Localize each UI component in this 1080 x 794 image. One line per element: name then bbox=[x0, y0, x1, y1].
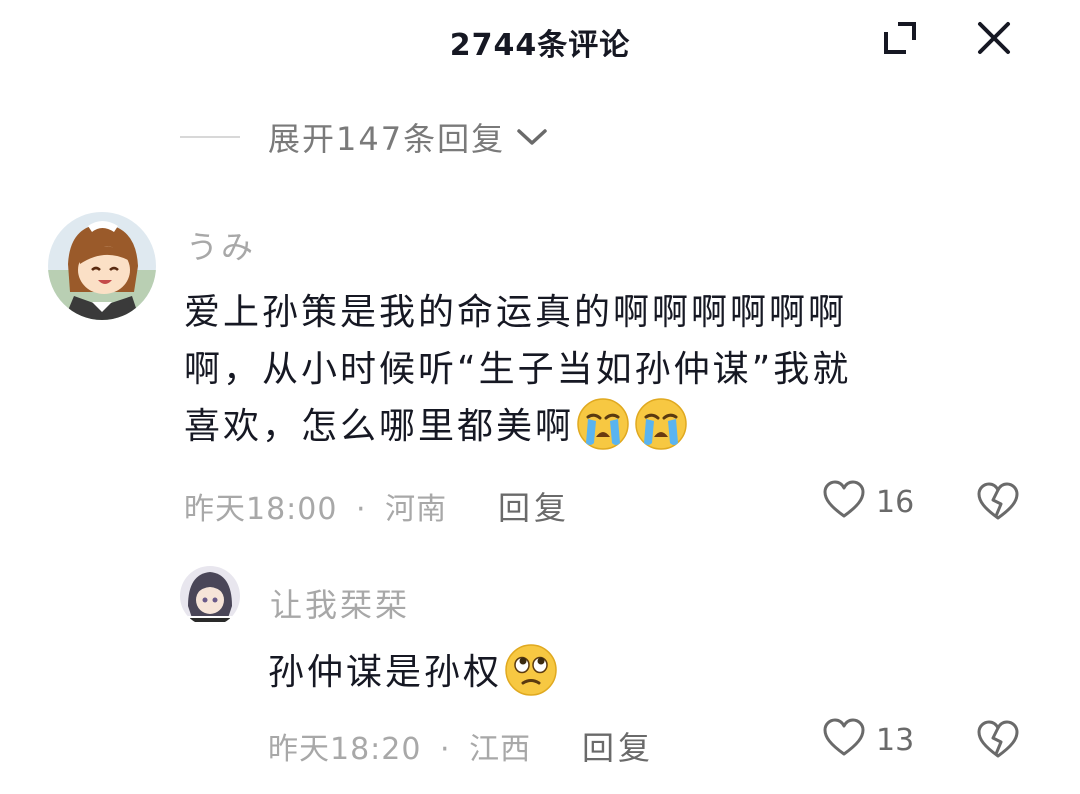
reply-button[interactable]: 回复 bbox=[498, 483, 570, 529]
comment-meta: 昨天18:00 · 河南 bbox=[184, 484, 447, 528]
meta-separator: · bbox=[440, 732, 451, 767]
heart-icon bbox=[822, 718, 866, 762]
comment-time: 昨天18:20 bbox=[268, 732, 422, 767]
comment-text: 孙仲谋是孙权 bbox=[268, 644, 988, 701]
heart-icon bbox=[822, 480, 866, 524]
comment-time: 昨天18:00 bbox=[184, 492, 338, 527]
comment-text-line: 喜欢，怎么哪里都美啊 bbox=[184, 406, 575, 447]
like-button[interactable]: 13 bbox=[822, 718, 914, 762]
eye-roll-emoji bbox=[504, 643, 558, 697]
comment-location: 江西 bbox=[469, 732, 532, 767]
crying-emoji bbox=[576, 397, 630, 451]
like-button[interactable]: 16 bbox=[822, 480, 914, 524]
expand-corner-icon[interactable] bbox=[876, 14, 924, 62]
divider-line bbox=[180, 136, 240, 138]
comment-text-line: 啊，从小时候听“生子当如孙仲谋”我就 bbox=[184, 349, 852, 390]
comment-text-line: 孙仲谋是孙权 bbox=[268, 652, 503, 693]
broken-heart-icon[interactable] bbox=[976, 720, 1020, 764]
meta-separator: · bbox=[356, 492, 367, 527]
reply-button[interactable]: 回复 bbox=[582, 723, 654, 769]
broken-heart-icon[interactable] bbox=[976, 482, 1020, 526]
comment-text-line: 爱上孙策是我的命运真的啊啊啊啊啊啊 bbox=[184, 292, 848, 333]
chevron-down-icon bbox=[515, 125, 549, 149]
close-icon[interactable] bbox=[970, 14, 1018, 62]
comments-header: 2744条评论 bbox=[0, 0, 1080, 80]
avatar[interactable] bbox=[180, 566, 240, 626]
comment-location: 河南 bbox=[385, 492, 448, 527]
expand-replies-button[interactable]: 展开147条回复 bbox=[180, 112, 549, 162]
comment-text: 爱上孙策是我的命运真的啊啊啊啊啊啊 啊，从小时候听“生子当如孙仲谋”我就 喜欢，怎么… bbox=[184, 284, 1004, 455]
like-count: 16 bbox=[876, 484, 915, 520]
crying-emoji bbox=[634, 397, 688, 451]
avatar[interactable] bbox=[48, 212, 156, 320]
expand-replies-label: 展开147条回复 bbox=[268, 120, 506, 158]
comment-username[interactable]: うみ bbox=[186, 222, 256, 268]
like-count: 13 bbox=[876, 722, 915, 758]
comment-username[interactable]: 让我栞栞 bbox=[270, 580, 410, 626]
comment-meta: 昨天18:20 · 江西 bbox=[268, 724, 531, 768]
